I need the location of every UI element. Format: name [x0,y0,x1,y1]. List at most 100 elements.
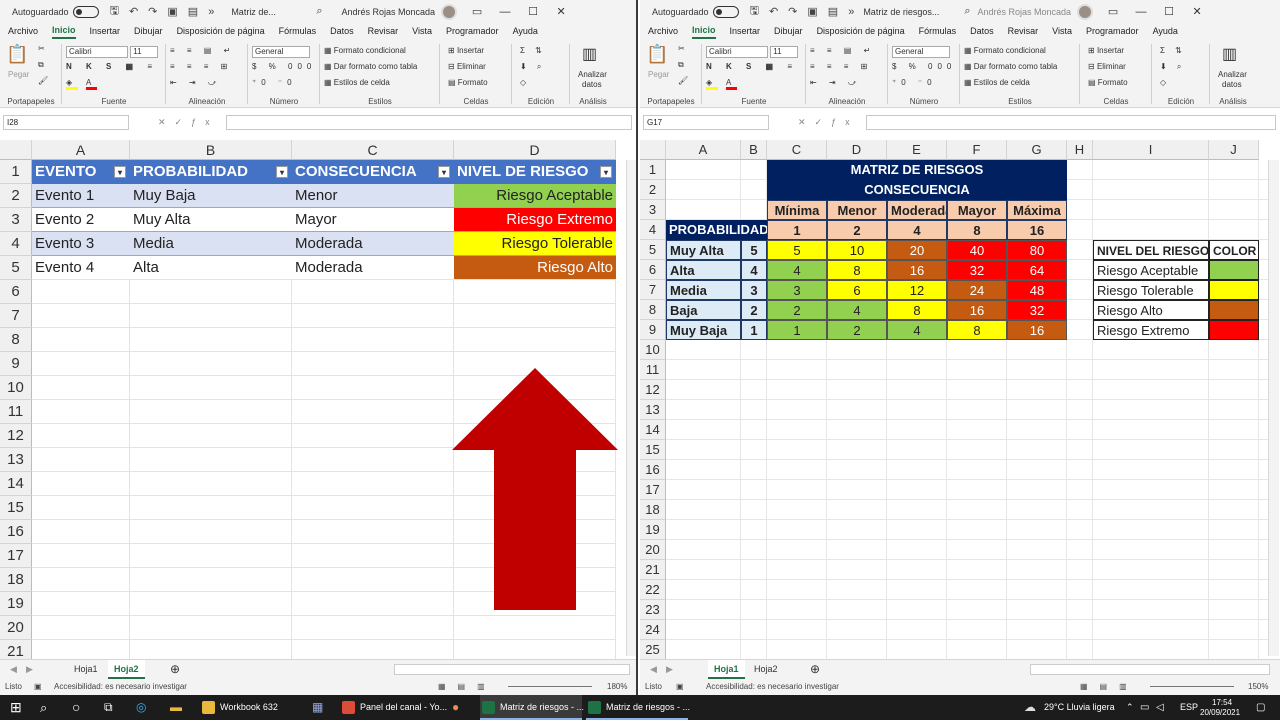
column-header-c[interactable]: C [767,140,827,160]
formula-icons[interactable]: ✕✓ƒx [798,117,859,128]
row-header-19[interactable]: 19 [640,520,666,540]
tab-vista[interactable]: Vista [412,26,432,38]
tab-archivo[interactable]: Archivo [8,26,38,38]
risk-score-cell[interactable]: 24 [947,280,1007,300]
delete-button[interactable]: ⊟ Eliminar [448,62,486,71]
column-header-d[interactable]: D [454,140,616,160]
column-header-j[interactable]: J [1209,140,1259,160]
horizontal-scrollbar[interactable] [1030,664,1270,675]
fill-color-icon[interactable]: ◈ A [706,78,738,90]
table-cell[interactable]: Evento 4 [32,256,130,280]
weather-text[interactable]: 29°C Lluvia ligera [1044,695,1115,720]
camera-icon[interactable]: ▣ [167,5,177,18]
risk-score-cell[interactable]: 6 [827,280,887,300]
conditional-format-button[interactable]: ▦ Formato condicional [964,46,1046,55]
autosum-icon[interactable]: Σ ⇅ [520,46,546,55]
clock-date[interactable]: 20/09/2021 [1200,700,1240,725]
paste-button[interactable]: Pegar [648,70,669,79]
volume-icon[interactable]: ◁ [1156,695,1164,720]
table-cell[interactable]: Mayor [292,208,454,232]
row-header-15[interactable]: 15 [640,440,666,460]
delete-button[interactable]: ⊟ Eliminar [1088,62,1126,71]
font-size-select[interactable]: 11 [130,46,159,58]
accessibility-icon[interactable]: ▣ [676,679,684,695]
sheet-tab-hoja2[interactable]: Hoja2 [108,660,145,679]
fill-color-icon[interactable]: ◈ A [66,78,98,90]
probability-label[interactable]: Muy Baja [666,320,741,340]
redo-icon[interactable]: ↷ [788,5,797,18]
taskbar-app-chrome[interactable]: Panel del canal - Yo... [340,695,447,720]
more-icon[interactable]: » [208,6,214,18]
column-header-a[interactable]: A [32,140,130,160]
risk-score-cell[interactable]: 80 [1007,240,1067,260]
probability-value[interactable]: 5 [741,240,767,260]
tab-insertar[interactable]: Insertar [730,26,761,38]
media-icon[interactable]: ● [452,695,472,720]
analyze-data-button[interactable]: Analizar [578,70,607,79]
tab-disposicion[interactable]: Disposición de página [817,26,905,38]
format-button[interactable]: ▤ Formato [448,78,488,87]
format-as-table-button[interactable]: ▦ Dar formato como tabla [964,62,1057,71]
row-header-8[interactable]: 8 [640,300,666,320]
risk-score-cell[interactable]: 20 [887,240,947,260]
legend-header-level[interactable]: NIVEL DEL RIESGO [1093,240,1209,260]
windows-start-icon[interactable]: ⊞ [10,695,34,720]
risk-level-cell[interactable]: Riesgo Tolerable [454,232,616,256]
risk-score-cell[interactable]: 2 [827,320,887,340]
analyze-data-icon[interactable]: ▥ [1222,44,1237,64]
clear-icon[interactable]: ◇ [1160,78,1166,87]
language-indicator[interactable]: ESP [1180,695,1198,720]
worksheet-grid-right[interactable]: A B C D E F G H I J 1 2 3 4 5 6 7 8 9 10 11 12 13 14 15 16 17 18 19 2… [640,140,1268,659]
risk-score-cell[interactable]: 48 [1007,280,1067,300]
row-header-7[interactable]: 7 [0,304,32,328]
number-format-select[interactable]: General [892,46,950,58]
align-top-icons[interactable]: ≡ ≡ ▤ ↵ [170,46,235,55]
filter-dropdown-icon[interactable]: ▾ [276,166,288,178]
legend-level-label[interactable]: Riesgo Extremo [1093,320,1209,340]
cut-icon[interactable]: ✂ [678,44,685,53]
notifications-icon[interactable]: ▢ [1256,695,1265,720]
row-header-6[interactable]: 6 [640,260,666,280]
table-header-consecuencia[interactable]: CONSECUENCIA ▾ [292,160,454,184]
insert-button[interactable]: ⊞ Insertar [1088,46,1124,55]
vertical-scrollbar[interactable] [626,160,636,656]
zoom-level[interactable]: 150% [1248,679,1268,695]
name-box[interactable]: G17 [643,115,769,130]
sheet-tab-hoja2[interactable]: Hoja2 [748,660,784,679]
row-header-6[interactable]: 6 [0,280,32,304]
format-painter-icon[interactable]: 🖌 [678,76,688,85]
consequence-label[interactable]: Mínima [767,200,827,220]
fill-icon[interactable]: ⬇ ⌕ [520,62,545,72]
row-header-20[interactable]: 20 [0,616,32,640]
row-header-9[interactable]: 9 [640,320,666,340]
risk-score-cell[interactable]: 1 [767,320,827,340]
risk-score-cell[interactable]: 10 [827,240,887,260]
align-top-icons[interactable]: ≡ ≡ ▤ ↵ [810,46,875,55]
row-header-1[interactable]: 1 [0,160,32,184]
close-icon[interactable]: ✕ [547,5,575,18]
row-header-8[interactable]: 8 [0,328,32,352]
row-header-13[interactable]: 13 [0,448,32,472]
accessibility-status[interactable]: Accesibilidad: es necesario investigar [706,679,839,695]
consequence-value[interactable]: 2 [827,220,887,240]
risk-score-cell[interactable]: 40 [947,240,1007,260]
row-header-16[interactable]: 16 [640,460,666,480]
currency-icons[interactable]: $ % 000 [892,62,956,71]
column-header-c[interactable]: C [292,140,454,160]
tab-ayuda[interactable]: Ayuda [513,26,538,38]
risk-score-cell[interactable]: 16 [947,300,1007,320]
risk-level-cell[interactable]: Riesgo Alto [454,256,616,280]
row-header-11[interactable]: 11 [640,360,666,380]
redo-icon[interactable]: ↷ [148,5,157,18]
copy-icon[interactable]: ⧉ [38,60,44,70]
row-header-17[interactable]: 17 [640,480,666,500]
table-header-evento[interactable]: EVENTO ▾ [32,160,130,184]
probability-value[interactable]: 1 [741,320,767,340]
row-header-22[interactable]: 22 [640,580,666,600]
legend-header-color[interactable]: COLOR [1209,240,1259,260]
column-header-h[interactable]: H [1067,140,1093,160]
add-sheet-icon[interactable]: ⊕ [164,660,186,679]
row-header-14[interactable]: 14 [640,420,666,440]
tab-disposicion[interactable]: Disposición de página [177,26,265,38]
decimal-icons[interactable]: ⁺0 ⁻0 [892,78,937,87]
